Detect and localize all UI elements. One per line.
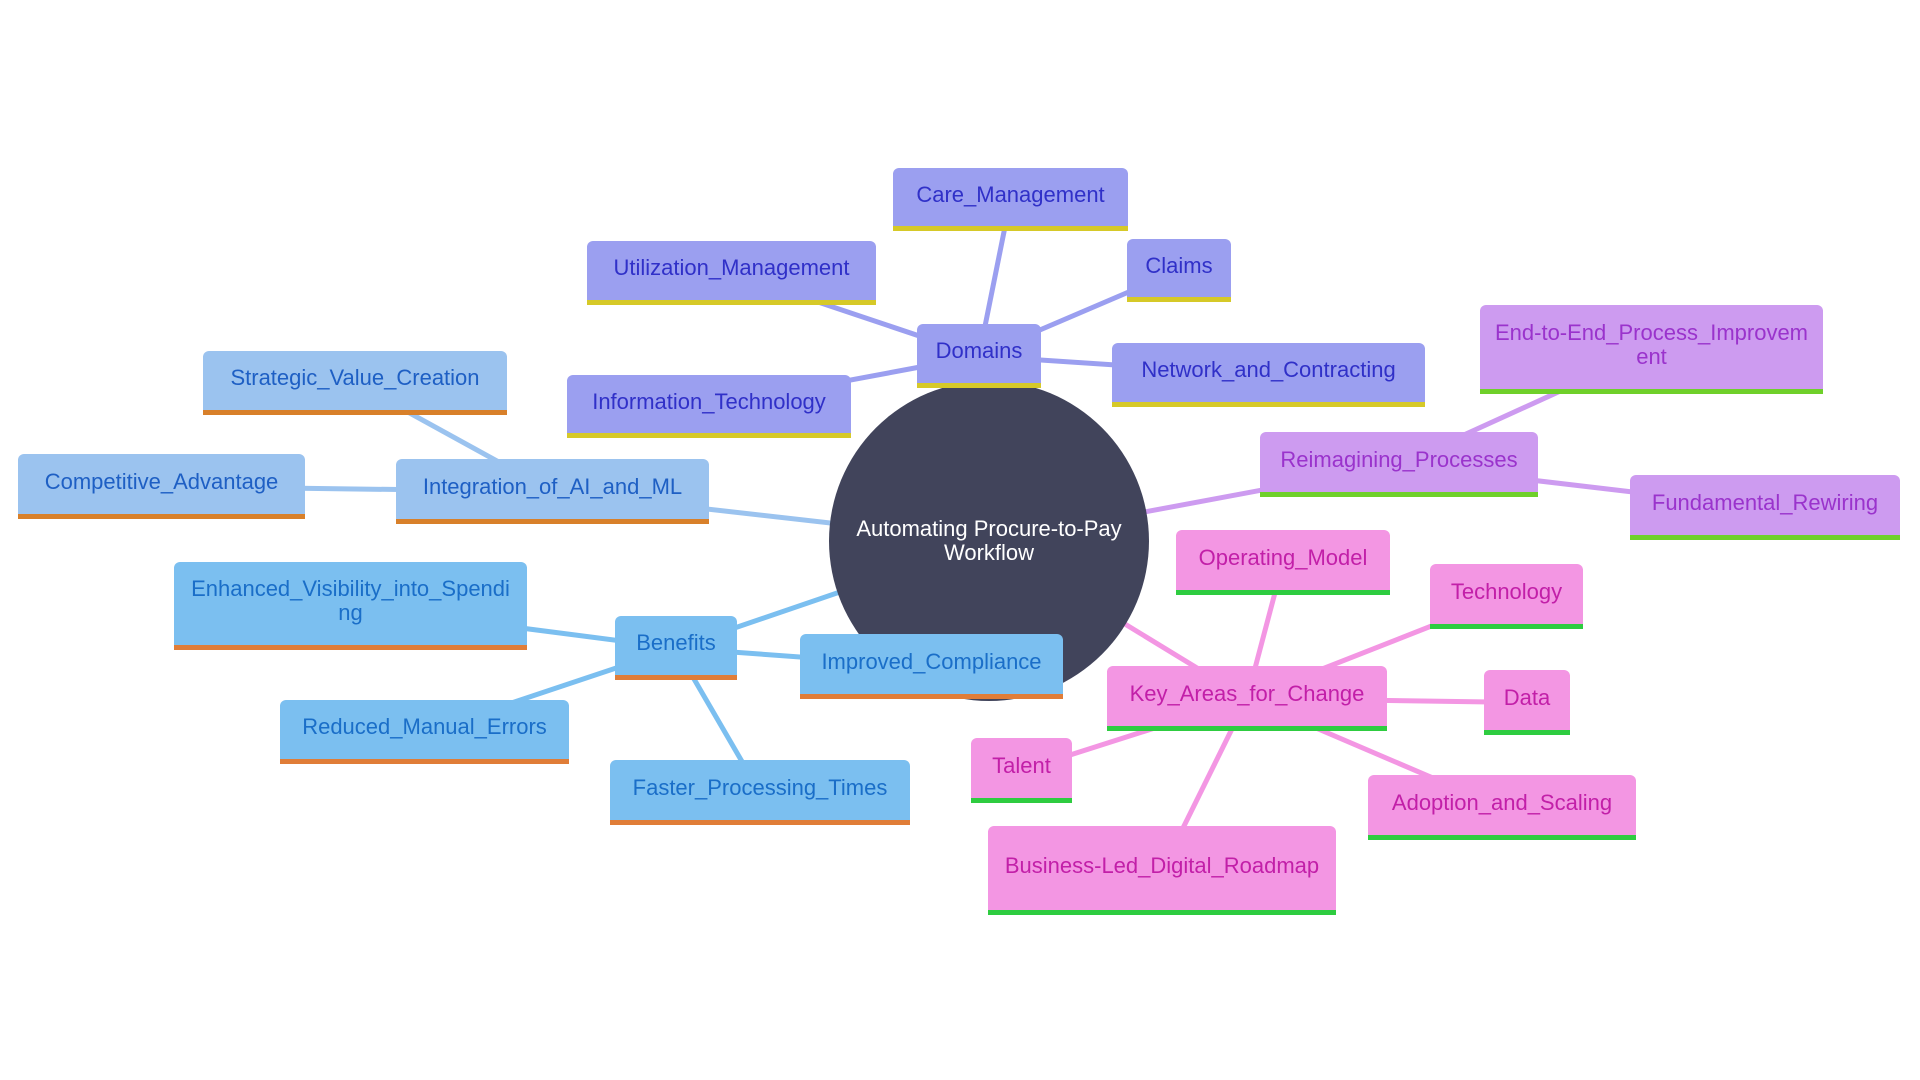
leaf-node-label: Care_Management [916, 181, 1105, 207]
branch-node-label: Key_Areas_for_Change [1129, 680, 1365, 706]
leaf-node-label: Enhanced_Visibility_into_Spending [191, 576, 510, 625]
leaf-node-faster-processing-times[interactable]: Faster_Processing_Times [610, 760, 910, 825]
leaf-node-improved-compliance[interactable]: Improved_Compliance [800, 634, 1063, 699]
branch-node-domains[interactable]: Domains [917, 324, 1041, 388]
leaf-node-business-led-digital-roadmap[interactable]: Business-Led_Digital_Roadmap [988, 826, 1336, 915]
leaf-node-label: Competitive_Advantage [44, 468, 279, 494]
leaf-node-utilization-management[interactable]: Utilization_Management [587, 241, 876, 305]
leaf-node-label: Adoption_and_Scaling [1391, 789, 1613, 815]
leaf-node-label: Operating_Model [1198, 544, 1368, 570]
branch-node-label: Reimagining_Processes [1280, 446, 1518, 472]
leaf-node-label: Improved_Compliance [821, 648, 1042, 674]
leaf-node-fundamental-rewiring[interactable]: Fundamental_Rewiring [1630, 475, 1900, 540]
leaf-node-care-management[interactable]: Care_Management [893, 168, 1128, 231]
leaf-node-label: Reduced_Manual_Errors [302, 714, 547, 739]
leaf-node-label: Talent [992, 752, 1051, 778]
branch-node-key-areas-for-change[interactable]: Key_Areas_for_Change [1107, 666, 1387, 731]
leaf-node-technology[interactable]: Technology [1430, 564, 1583, 629]
leaf-node-claims[interactable]: Claims [1127, 239, 1231, 302]
branch-node-label: Domains [935, 338, 1023, 363]
leaf-node-label: Information_Technology [592, 388, 826, 414]
leaf-node-label: Technology [1450, 578, 1563, 604]
leaf-node-end-to-end-process-improvement[interactable]: End-to-End_Process_Improvement [1480, 305, 1823, 394]
leaf-node-adoption-and-scaling[interactable]: Adoption_and_Scaling [1368, 775, 1636, 840]
leaf-node-competitive-advantage[interactable]: Competitive_Advantage [18, 454, 305, 519]
mind-map-canvas: Automating Procure-to-Pay Workflow Domain… [0, 0, 1920, 1080]
leaf-node-label: Data [1503, 684, 1551, 710]
branch-node-integration-of-ai-and-ml[interactable]: Integration_of_AI_and_ML [396, 459, 709, 524]
branch-node-benefits[interactable]: Benefits [615, 616, 737, 680]
leaf-node-information-technology[interactable]: Information_Technology [567, 375, 851, 438]
leaf-node-label: Strategic_Value_Creation [230, 365, 480, 390]
root-node-label: Automating Procure-to-Pay Workflow [856, 516, 1122, 565]
branch-node-reimagining-processes[interactable]: Reimagining_Processes [1260, 432, 1538, 497]
leaf-node-reduced-manual-errors[interactable]: Reduced_Manual_Errors [280, 700, 569, 764]
leaf-node-label: Faster_Processing_Times [632, 774, 888, 800]
leaf-node-label: Utilization_Management [613, 255, 850, 280]
branch-node-label: Benefits [636, 630, 716, 655]
leaf-node-label: Claims [1145, 252, 1213, 278]
leaf-node-network-and-contracting[interactable]: Network_and_Contracting [1112, 343, 1425, 407]
branch-node-label: Integration_of_AI_and_ML [422, 473, 683, 499]
leaf-node-label: Network_and_Contracting [1141, 357, 1396, 382]
leaf-node-operating-model[interactable]: Operating_Model [1176, 530, 1390, 595]
leaf-node-label: End-to-End_Process_Improvement [1494, 319, 1809, 369]
leaf-node-strategic-value-creation[interactable]: Strategic_Value_Creation [203, 351, 507, 415]
leaf-node-enhanced-visibility-into-spending[interactable]: Enhanced_Visibility_into_Spending [174, 562, 527, 650]
leaf-node-label: Business-Led_Digital_Roadmap [1004, 852, 1320, 878]
leaf-node-label: Fundamental_Rewiring [1651, 489, 1879, 515]
leaf-node-data[interactable]: Data [1484, 670, 1570, 735]
leaf-node-talent[interactable]: Talent [971, 738, 1072, 803]
